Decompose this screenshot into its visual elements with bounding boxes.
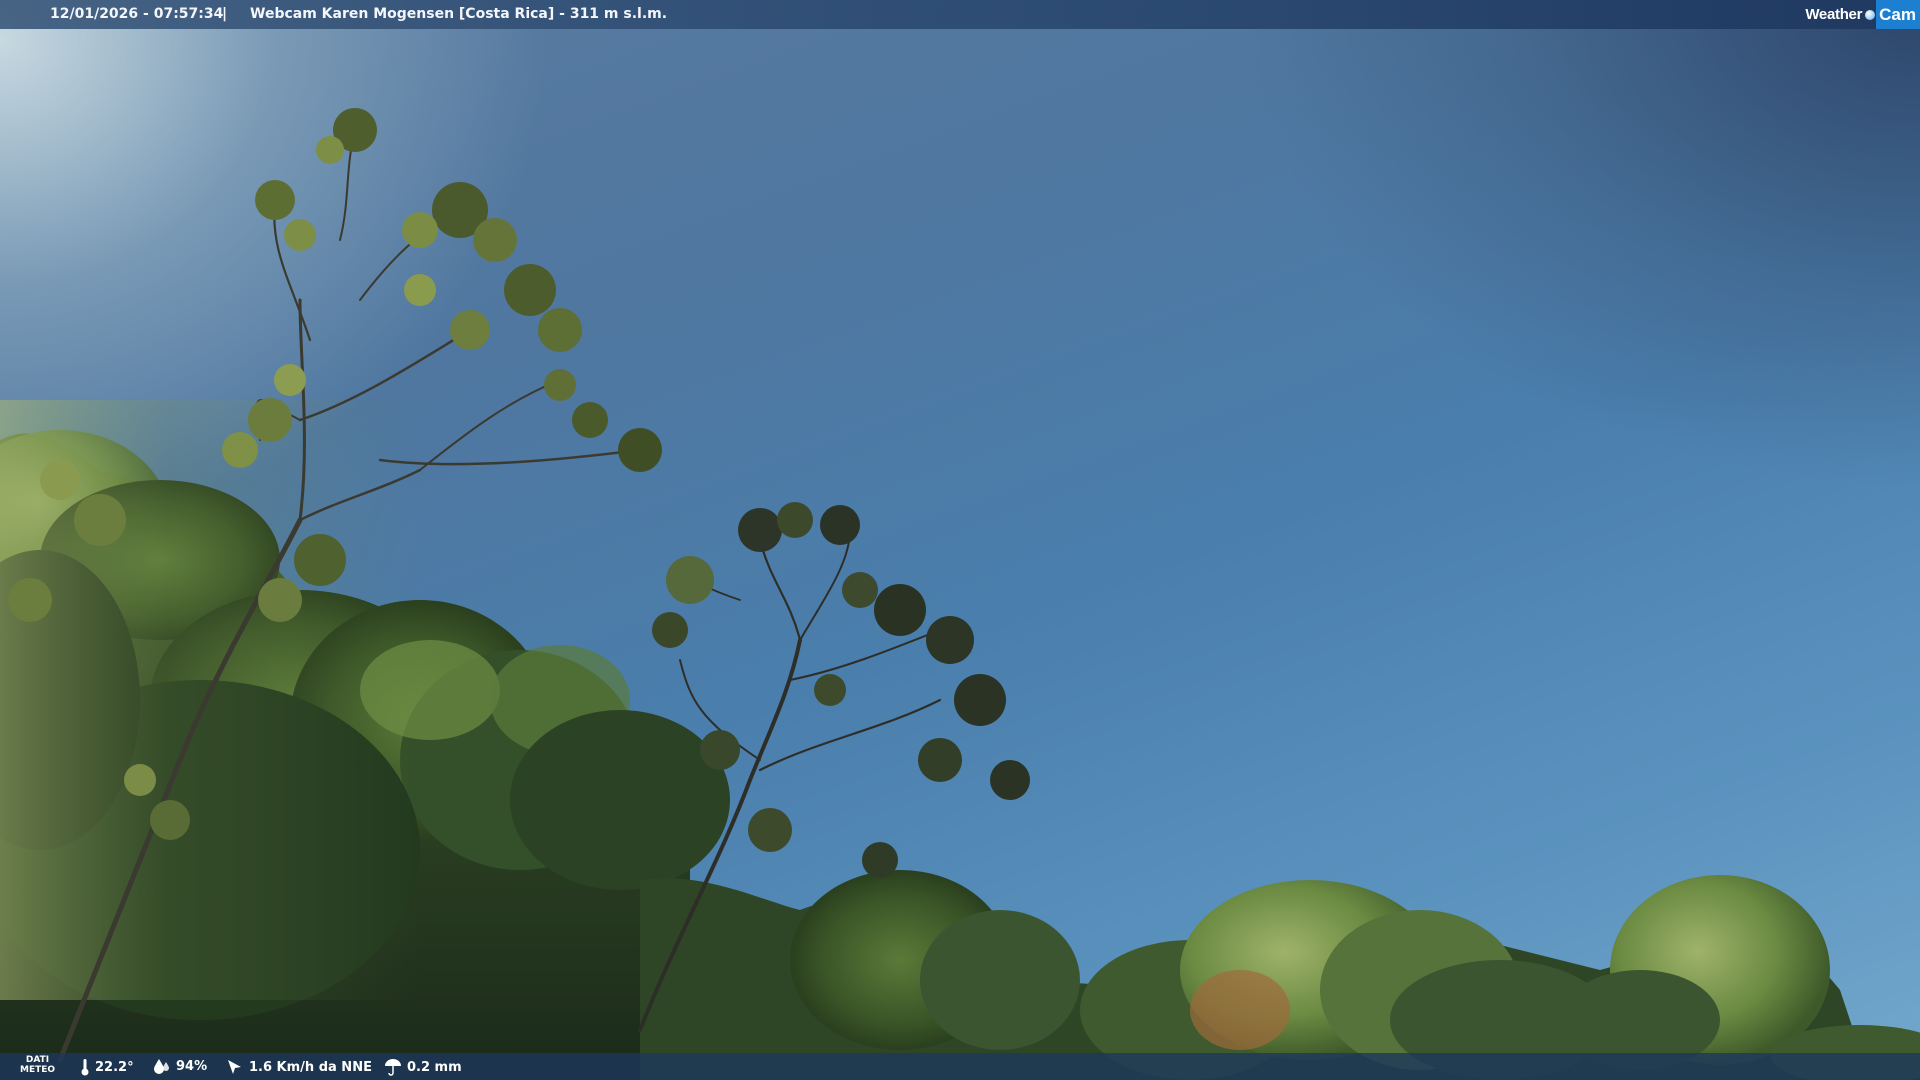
logo-weather-text: Weather	[1805, 6, 1863, 23]
rain-icon	[385, 1059, 401, 1076]
weathercam-logo[interactable]: Weather Cam	[1805, 0, 1920, 29]
rain-value: 0.2 mm	[407, 1059, 462, 1075]
droplet-icon	[154, 1059, 169, 1074]
webcam-title: Webcam Karen Mogensen [Costa Rica] - 311…	[250, 6, 668, 22]
wind-value: 1.6 Km/h da NNE	[249, 1059, 372, 1075]
title-bar: 12/01/2026 - 07:57:34 | Webcam Karen Mog…	[0, 0, 1920, 29]
temperature-value: 22.2°	[95, 1059, 134, 1075]
humidity-reading: 94%	[153, 1058, 207, 1074]
humidity-value: 94%	[176, 1058, 208, 1074]
landscape-scene	[0, 108, 1920, 1080]
wind-direction-icon	[228, 1060, 241, 1074]
rain-reading: 0.2 mm	[384, 1058, 462, 1076]
weather-data-bar: DATI METEO 22.2° 94% 1.6 Km/h da NNE 0.2…	[0, 1053, 1920, 1080]
globe-icon	[1865, 9, 1876, 20]
weather-data-label-line2: METEO	[20, 1065, 56, 1075]
title-separator: |	[222, 6, 228, 22]
temperature-reading: 22.2°	[80, 1058, 134, 1076]
wind-reading: 1.6 Km/h da NNE	[226, 1058, 372, 1076]
weather-data-label-line1: DATI	[25, 1055, 50, 1065]
thermometer-icon	[81, 1059, 89, 1076]
weather-data-label: DATI METEO	[20, 1055, 55, 1075]
webcam-frame: 12/01/2026 - 07:57:34 | Webcam Karen Mog…	[0, 0, 1920, 1080]
horizon-trees	[640, 870, 1920, 1080]
logo-cam-text: Cam	[1876, 0, 1920, 29]
timestamp: 12/01/2026 - 07:57:34	[50, 6, 224, 22]
